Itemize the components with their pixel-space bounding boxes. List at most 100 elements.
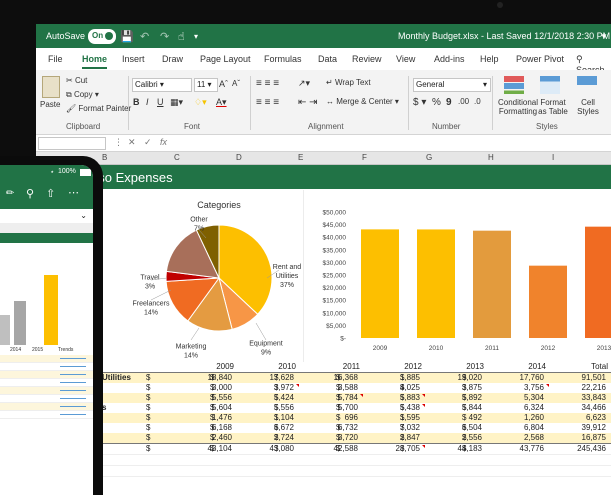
comment-flag-icon[interactable] bbox=[360, 394, 363, 397]
table-cell[interactable]: 33,843 bbox=[552, 393, 606, 403]
align-top-icon[interactable]: ≡ ≡ ≡ bbox=[256, 78, 279, 89]
table-cell[interactable]: 5,844 bbox=[428, 403, 482, 413]
bar-2012[interactable] bbox=[529, 265, 567, 338]
table-cell[interactable]: 18,840 bbox=[178, 373, 232, 383]
table-cell[interactable]: 91,501 bbox=[552, 373, 606, 383]
table-cell[interactable]: 2,568 bbox=[490, 433, 544, 443]
formula-input[interactable] bbox=[176, 137, 606, 148]
table-cell[interactable]: 4,025 bbox=[366, 383, 420, 393]
table-cell[interactable]: 3,756 bbox=[490, 383, 544, 393]
column-header-h[interactable]: H bbox=[488, 153, 494, 162]
table-cell[interactable]: 5,556 bbox=[240, 403, 294, 413]
decrease-decimal-icon[interactable]: .0 bbox=[474, 97, 481, 106]
table-cell[interactable]: 17,760 bbox=[490, 373, 544, 383]
copy-button[interactable]: ⧉ Copy ▾ bbox=[66, 90, 99, 100]
table-cell[interactable]: 6,623 bbox=[552, 413, 606, 423]
search-icon[interactable]: ⚲ bbox=[26, 187, 34, 200]
table-cell[interactable]: 5,438 bbox=[366, 403, 420, 413]
format-as-table-icon[interactable] bbox=[540, 76, 560, 94]
table-cell[interactable]: 5,604 bbox=[178, 403, 232, 413]
table-cell[interactable]: 6,672 bbox=[240, 423, 294, 433]
format-as-table-button[interactable]: Format as Table bbox=[536, 98, 570, 116]
percent-icon[interactable]: % bbox=[432, 97, 441, 108]
table-cell[interactable]: 28,705 bbox=[366, 444, 420, 454]
table-cell[interactable]: 3,588 bbox=[304, 383, 358, 393]
tab-help[interactable]: Help bbox=[480, 54, 499, 64]
grow-font-icon[interactable]: Aˆ bbox=[219, 79, 228, 89]
table-cell[interactable]: 2,460 bbox=[178, 433, 232, 443]
table-cell[interactable]: 16,368 bbox=[304, 373, 358, 383]
table-cell[interactable]: 5,784 bbox=[304, 393, 358, 403]
table-cell[interactable]: 3,720 bbox=[304, 433, 358, 443]
font-color-icon[interactable]: A▾ bbox=[216, 97, 227, 108]
tab-formulas[interactable]: Formulas bbox=[264, 54, 302, 64]
format-painter-button[interactable]: 🖌 Format Painter bbox=[66, 104, 131, 113]
table-cell[interactable]: 43,776 bbox=[490, 444, 544, 454]
table-cell[interactable]: 6,324 bbox=[490, 403, 544, 413]
tab-review[interactable]: Review bbox=[352, 54, 382, 64]
bar-2011[interactable] bbox=[473, 230, 511, 338]
table-cell[interactable]: 39,912 bbox=[552, 423, 606, 433]
table-cell[interactable]: 5,700 bbox=[304, 403, 358, 413]
name-box[interactable] bbox=[38, 137, 106, 150]
tab-power-pivot[interactable]: Power Pivot bbox=[516, 54, 564, 64]
table-cell[interactable]: 3,875 bbox=[428, 383, 482, 393]
table-cell[interactable]: 5,883 bbox=[366, 393, 420, 403]
column-header-e[interactable]: E bbox=[298, 153, 303, 162]
pie-chart[interactable]: Categories Rent and Utilities 37% Equipment 9… bbox=[91, 190, 303, 362]
table-cell[interactable]: 5,892 bbox=[428, 393, 482, 403]
comma-icon[interactable]: 9 bbox=[446, 97, 452, 108]
table-cell[interactable]: 1,260 bbox=[490, 413, 544, 423]
borders-icon[interactable]: ▦▾ bbox=[170, 97, 183, 108]
table-cell[interactable]: 1,476 bbox=[178, 413, 232, 423]
comment-flag-icon[interactable] bbox=[422, 404, 425, 407]
table-cell[interactable]: 3,972 bbox=[240, 383, 294, 393]
table-cell[interactable]: 245,436 bbox=[552, 444, 606, 454]
conditional-formatting-icon[interactable] bbox=[504, 76, 524, 94]
table-cell[interactable]: 19,020 bbox=[428, 373, 482, 383]
touch-mode-icon[interactable]: ☝ bbox=[178, 30, 185, 43]
column-header-g[interactable]: G bbox=[426, 153, 432, 162]
fill-color-icon[interactable]: ♢▾ bbox=[194, 97, 207, 108]
table-cell[interactable]: 5,424 bbox=[240, 393, 294, 403]
table-cell[interactable]: 6,168 bbox=[178, 423, 232, 433]
table-cell[interactable]: 17,628 bbox=[240, 373, 294, 383]
number-format-select[interactable]: General ▾ bbox=[413, 78, 491, 92]
comment-flag-icon[interactable] bbox=[422, 394, 425, 397]
tab-view[interactable]: View bbox=[396, 54, 415, 64]
bar-chart[interactable]: $50,000 $45,000 $40,000 $35,000 $30,000 $25,0… bbox=[303, 190, 611, 362]
bold-button[interactable]: B bbox=[133, 97, 140, 107]
table-cell[interactable]: 696 bbox=[304, 413, 358, 423]
tab-data[interactable]: Data bbox=[318, 54, 337, 64]
table-cell[interactable]: 6,504 bbox=[428, 423, 482, 433]
table-cell[interactable]: 6,804 bbox=[490, 423, 544, 433]
table-cell[interactable]: 1,885 bbox=[366, 373, 420, 383]
autosave-toggle[interactable]: On bbox=[88, 29, 116, 44]
table-cell[interactable]: 3,000 bbox=[178, 383, 232, 393]
cut-button[interactable]: ✂ Cut bbox=[66, 76, 87, 85]
merge-center-button[interactable]: ↔ Merge & Center ▾ bbox=[326, 97, 399, 106]
currency-icon[interactable]: $ ▾ bbox=[413, 97, 426, 108]
table-cell[interactable]: 42,588 bbox=[304, 444, 358, 454]
share-icon[interactable]: ⇧ bbox=[46, 187, 55, 200]
indent-icon[interactable]: ⇤ ⇥ bbox=[298, 97, 318, 108]
column-header-d[interactable]: D bbox=[236, 153, 242, 162]
table-cell[interactable]: 22,216 bbox=[552, 383, 606, 393]
table-cell[interactable]: 492 bbox=[428, 413, 482, 423]
table-cell[interactable]: 2,847 bbox=[366, 433, 420, 443]
comment-flag-icon[interactable] bbox=[546, 384, 549, 387]
conditional-formatting-button[interactable]: Conditional Formatting bbox=[494, 98, 542, 116]
bar-2009[interactable] bbox=[361, 229, 399, 338]
cell-styles-button[interactable]: Cell Styles bbox=[574, 98, 602, 116]
table-cell[interactable]: 43,104 bbox=[178, 444, 232, 454]
table-cell[interactable]: 16,875 bbox=[552, 433, 606, 443]
table-cell[interactable]: 34,466 bbox=[552, 403, 606, 413]
tab-file[interactable]: File bbox=[48, 54, 63, 64]
table-cell[interactable]: 5,304 bbox=[490, 393, 544, 403]
redo-icon[interactable]: ↷ bbox=[160, 30, 169, 43]
tab-insert[interactable]: Insert bbox=[122, 54, 145, 64]
table-cell[interactable]: 7,032 bbox=[366, 423, 420, 433]
save-icon[interactable]: 💾 bbox=[120, 30, 134, 43]
table-cell[interactable]: 6,732 bbox=[304, 423, 358, 433]
tab-draw[interactable]: Draw bbox=[162, 54, 183, 64]
